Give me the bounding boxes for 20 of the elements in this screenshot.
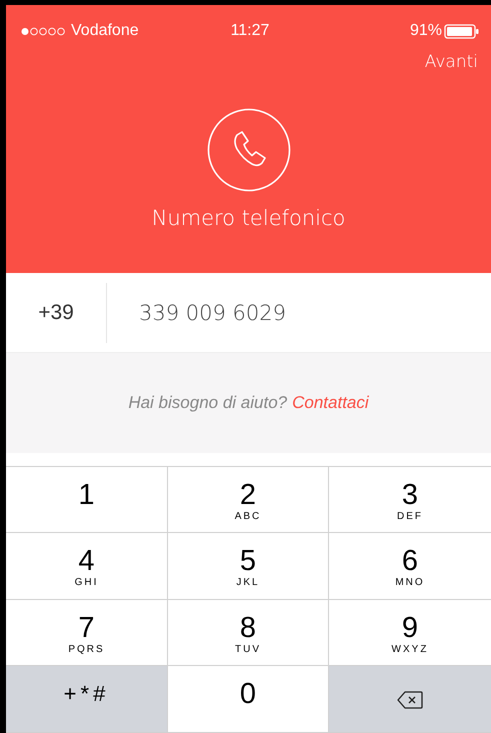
- battery-percentage: 91%: [410, 22, 442, 40]
- signal-icon: [21, 26, 67, 36]
- keypad-key[interactable]: 1: [6, 466, 168, 534]
- symbols-key[interactable]: +*#: [6, 666, 168, 733]
- phone-icon: [206, 108, 290, 192]
- keypad-key[interactable]: 5 JKL: [168, 533, 329, 600]
- screen-title: Numero telefonico: [152, 206, 346, 230]
- battery-icon: [444, 24, 479, 38]
- keypad-key[interactable]: 0: [168, 666, 329, 733]
- keypad-key[interactable]: 4 GHI: [6, 533, 168, 600]
- country-code-selector[interactable]: +39: [6, 300, 106, 325]
- keypad-key[interactable]: 2 ABC: [168, 466, 329, 534]
- clock-time: 11:27: [230, 22, 270, 40]
- delete-key[interactable]: [329, 666, 491, 733]
- carrier-name: Vodafone: [71, 22, 139, 40]
- keypad-key[interactable]: 8 TUV: [168, 600, 329, 666]
- phone-number-field[interactable]: 339 009 6029: [139, 300, 439, 325]
- keypad-key[interactable]: 7 PQRS: [6, 600, 168, 666]
- backspace-icon: [397, 691, 423, 710]
- help-text: Hai bisogno di aiuto?: [128, 393, 288, 414]
